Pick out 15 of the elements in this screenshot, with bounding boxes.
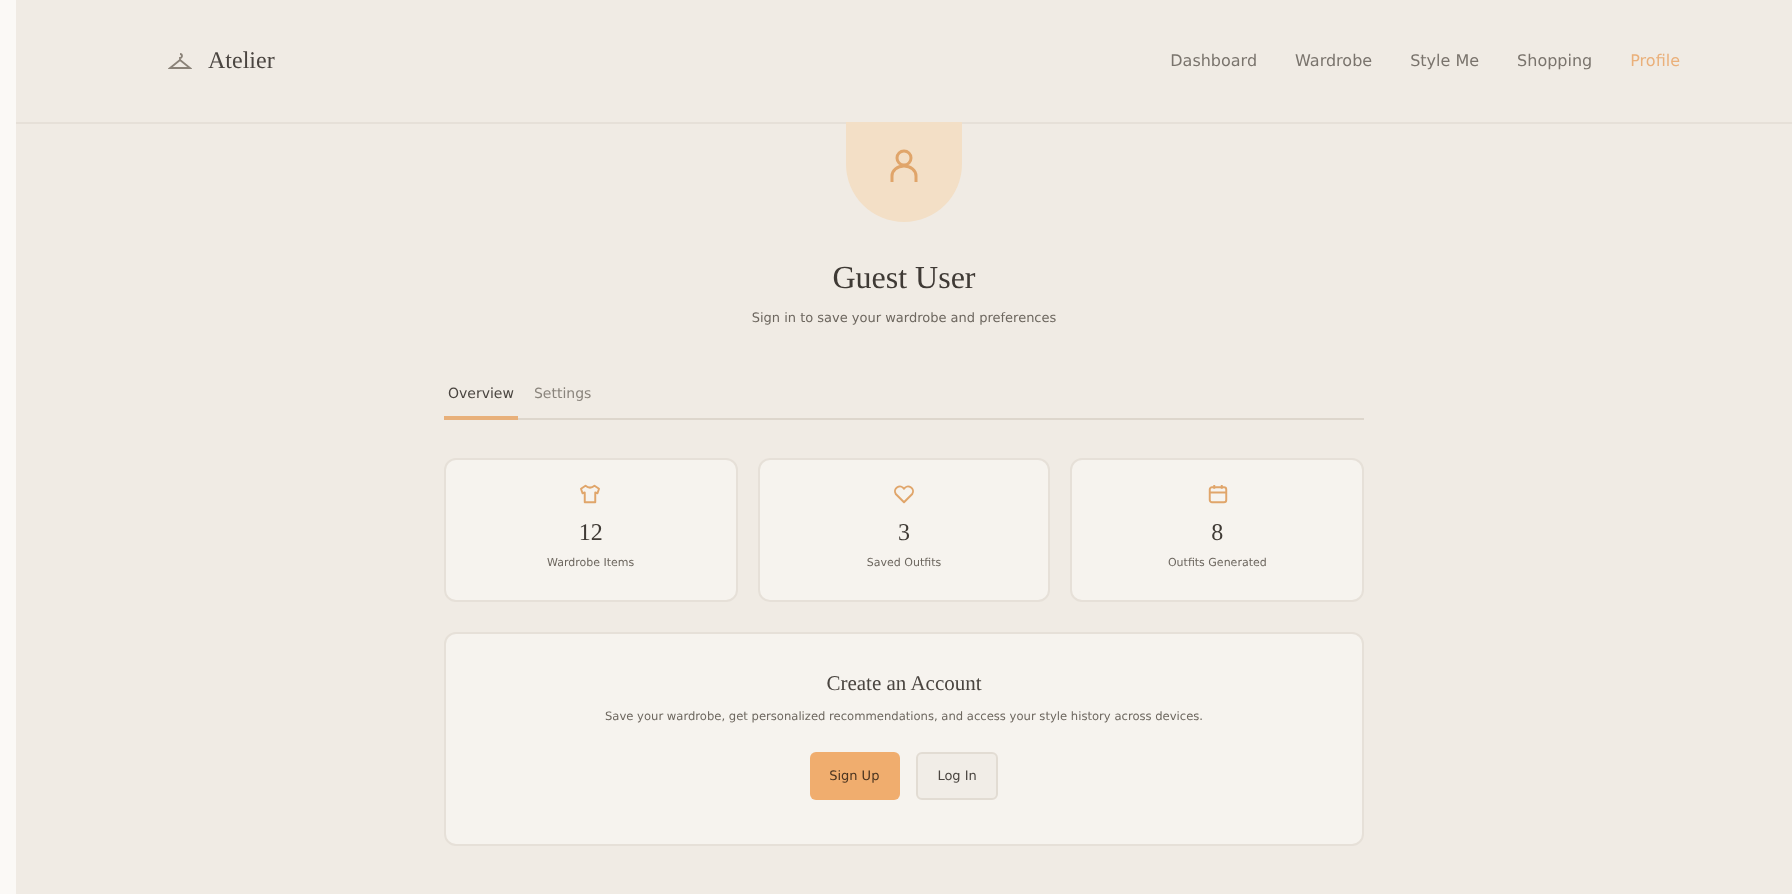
calendar-icon (1205, 482, 1230, 506)
hanger-icon (168, 51, 192, 71)
nav-link[interactable]: Shopping (1517, 52, 1593, 70)
stat-value: 12 (578, 518, 603, 548)
brand-name[interactable]: Atelier (208, 46, 275, 76)
nav-link[interactable]: Wardrobe (1295, 52, 1373, 70)
profile-name: Guest User (832, 262, 976, 298)
nav-link[interactable]: Dashboard (1170, 52, 1258, 70)
user-icon (888, 148, 920, 184)
stat-value: 3 (897, 518, 910, 548)
heart-icon (891, 482, 916, 506)
shirt-icon (578, 482, 603, 506)
stat-value: 8 (1211, 518, 1224, 548)
nav-link[interactable]: Style Me (1410, 52, 1480, 70)
account-title: Create an Account (826, 674, 982, 696)
